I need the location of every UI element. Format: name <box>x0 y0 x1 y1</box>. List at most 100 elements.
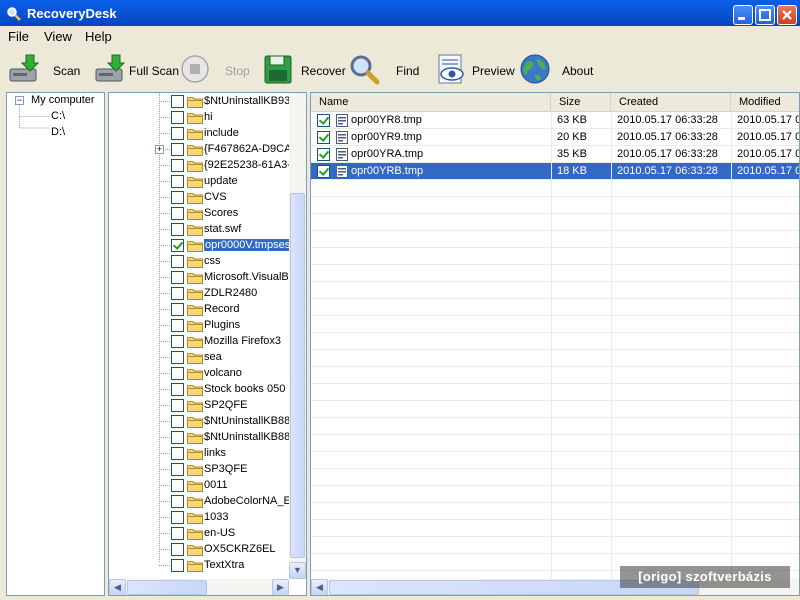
column-header-created[interactable]: Created <box>611 93 731 111</box>
folder-checkbox[interactable] <box>171 527 184 540</box>
folder-tree-item[interactable]: AdobeColorNA_Ex <box>109 494 296 510</box>
folder-checkbox[interactable] <box>171 127 184 140</box>
folder-checkbox[interactable] <box>171 271 184 284</box>
folder-checkbox[interactable] <box>171 447 184 460</box>
folder-tree-item[interactable]: $NtUninstallKB885 <box>109 430 296 446</box>
folder-tree-item[interactable]: Scores <box>109 206 289 222</box>
folder-tree-item[interactable]: include <box>109 126 289 142</box>
folder-tree-item[interactable]: sea <box>109 350 289 366</box>
folder-checkbox[interactable] <box>171 383 184 396</box>
folder-tree-item[interactable]: links <box>109 446 289 462</box>
folder-checkbox[interactable] <box>171 303 184 316</box>
folder-tree[interactable]: $NtUninstallKB935 hi include + {F467862A-D9C… <box>108 92 307 596</box>
folder-tree-item[interactable]: {92E25238-61A3- <box>109 158 291 174</box>
column-header-modified[interactable]: Modified <box>731 93 799 111</box>
file-checkbox[interactable] <box>317 114 330 127</box>
menu-file[interactable]: File <box>8 29 29 44</box>
folder-checkbox[interactable] <box>171 207 184 220</box>
folder-tree-item[interactable]: volcano <box>109 366 289 382</box>
folder-checkbox[interactable] <box>171 159 184 172</box>
folder-tree-item[interactable]: Plugins <box>109 318 289 334</box>
folder-checkbox[interactable] <box>171 351 184 364</box>
menu-help[interactable]: Help <box>85 29 112 44</box>
preview-button[interactable]: Preview <box>435 48 515 90</box>
folder-checkbox[interactable] <box>171 111 184 124</box>
folder-checkbox[interactable] <box>171 495 184 508</box>
folder-tree-vertical-scrollbar[interactable]: ▼ <box>289 93 306 579</box>
folder-tree-item[interactable]: TextXtra <box>109 558 289 574</box>
folder-tree-item[interactable]: CVS <box>109 190 289 206</box>
folder-checkbox[interactable] <box>171 255 184 268</box>
folder-checkbox[interactable] <box>171 543 184 556</box>
folder-checkbox[interactable] <box>171 287 184 300</box>
folder-checkbox[interactable] <box>171 175 184 188</box>
table-row[interactable]: opr00YRA.tmp 35 KB 2010.05.17 06:33:28 2010… <box>311 146 799 163</box>
close-button[interactable] <box>777 5 797 25</box>
about-button[interactable]: About <box>519 48 599 90</box>
tree-item-drive-c[interactable]: C:\ <box>51 110 65 122</box>
recover-button[interactable]: Recover <box>262 48 347 90</box>
folder-checkbox[interactable] <box>171 463 184 476</box>
folder-tree-item[interactable]: 1033 <box>109 510 289 526</box>
folder-tree-item[interactable]: SP3QFE <box>109 462 289 478</box>
file-checkbox[interactable] <box>317 165 330 178</box>
file-list[interactable]: Name Size Created Modified opr00YR8.tmp 6… <box>310 92 800 596</box>
folder-checkbox[interactable] <box>171 559 184 572</box>
folder-checkbox[interactable] <box>171 399 184 412</box>
folder-tree-item[interactable]: opr0000V.tmpses <box>109 238 292 254</box>
folder-tree-item[interactable]: $NtUninstallKB885 <box>109 414 296 430</box>
folder-tree-item[interactable]: Mozilla Firefox3 <box>109 334 289 350</box>
folder-tree-item[interactable]: Record <box>109 302 289 318</box>
file-checkbox[interactable] <box>317 148 330 161</box>
folder-checkbox[interactable] <box>171 335 184 348</box>
folder-checkbox[interactable] <box>171 191 184 204</box>
column-header-name[interactable]: Name <box>311 93 551 111</box>
column-header-size[interactable]: Size <box>551 93 611 111</box>
folder-tree-item[interactable]: ZDLR2480 <box>109 286 289 302</box>
folder-tree-item[interactable]: update <box>109 174 289 190</box>
folder-checkbox[interactable] <box>171 431 184 444</box>
drive-tree[interactable]: − My computer C:\ D:\ <box>6 92 105 596</box>
folder-checkbox[interactable] <box>171 415 184 428</box>
folder-tree-vscroll-thumb[interactable] <box>290 193 305 558</box>
folder-tree-item[interactable]: css <box>109 254 289 270</box>
scan-button[interactable]: Scan <box>8 48 88 90</box>
scroll-left-arrow-icon[interactable]: ◀ <box>109 579 126 595</box>
folder-tree-item[interactable]: hi <box>109 110 289 126</box>
folder-tree-hscroll-thumb[interactable] <box>127 580 207 595</box>
folder-checkbox[interactable] <box>171 479 184 492</box>
scroll-down-arrow-icon[interactable]: ▼ <box>289 562 306 579</box>
menu-view[interactable]: View <box>44 29 72 44</box>
tree-item-drive-d[interactable]: D:\ <box>51 126 65 138</box>
folder-tree-item[interactable]: $NtUninstallKB935 <box>109 94 296 110</box>
folder-checkbox[interactable] <box>171 239 184 252</box>
folder-tree-item[interactable]: SP2QFE <box>109 398 289 414</box>
folder-tree-item[interactable]: Stock books 050 <box>109 382 289 398</box>
folder-tree-item[interactable]: 0011 <box>109 478 289 494</box>
folder-tree-item[interactable]: en-US <box>109 526 289 542</box>
collapse-icon[interactable]: − <box>15 96 24 105</box>
folder-checkbox[interactable] <box>171 319 184 332</box>
maximize-button[interactable] <box>755 5 775 25</box>
table-row[interactable]: opr00YRB.tmp 18 KB 2010.05.17 06:33:28 2010… <box>311 163 799 180</box>
minimize-button[interactable] <box>733 5 753 25</box>
scroll-left-arrow-icon[interactable]: ◀ <box>311 579 328 595</box>
folder-checkbox[interactable] <box>171 367 184 380</box>
table-row[interactable]: opr00YR9.tmp 20 KB 2010.05.17 06:33:28 2010… <box>311 129 799 146</box>
expand-icon[interactable]: + <box>155 145 164 154</box>
table-row[interactable]: opr00YR8.tmp 63 KB 2010.05.17 06:33:28 2010… <box>311 112 799 129</box>
file-checkbox[interactable] <box>317 131 330 144</box>
folder-checkbox[interactable] <box>171 143 184 156</box>
full-scan-button[interactable]: Full Scan <box>94 48 179 90</box>
folder-tree-item[interactable]: OX5CKRZ6EL <box>109 542 289 558</box>
scroll-right-arrow-icon[interactable]: ▶ <box>272 579 289 595</box>
folder-tree-horizontal-scrollbar[interactable]: ◀ ▶ <box>109 579 289 595</box>
folder-tree-item[interactable]: Microsoft.VisualBa <box>109 270 295 286</box>
folder-tree-item[interactable]: + {F467862A-D9CA <box>109 142 291 158</box>
stop-button[interactable]: Stop <box>180 48 250 90</box>
folder-tree-item[interactable]: stat.swf <box>109 222 289 238</box>
folder-checkbox[interactable] <box>171 511 184 524</box>
find-button[interactable]: Find <box>348 48 423 90</box>
folder-checkbox[interactable] <box>171 223 184 236</box>
folder-checkbox[interactable] <box>171 95 184 108</box>
